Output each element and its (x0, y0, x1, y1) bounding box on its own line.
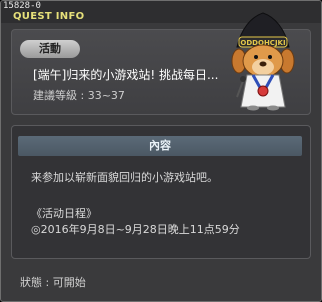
quest-id: 15828-0 (3, 1, 41, 11)
recommended-level: 建議等級 : 33~37 (33, 89, 125, 102)
quest-description: 来参加以崭新面貌回归的小游戏站吧。 (31, 171, 218, 184)
quest-info-window: 15828-0 QUEST INFO 活動 [端午]归来的小游戏站! 挑战每日.… (0, 0, 322, 302)
schedule-dates: ◎2016年9月8日~9月28日晚上11点59分 (31, 223, 240, 236)
quest-title: [端午]归来的小游戏站! 挑战每日... (33, 68, 219, 82)
window-title: QUEST INFO (13, 11, 85, 22)
content-header: 內容 (18, 136, 302, 156)
schedule-title: 《活动日程》 (31, 207, 97, 220)
quest-status: 狀態 : 可開始 (20, 276, 86, 289)
npc-portrait: ODDOHCJKI (231, 12, 295, 111)
category-badge: 活動 (20, 40, 80, 58)
